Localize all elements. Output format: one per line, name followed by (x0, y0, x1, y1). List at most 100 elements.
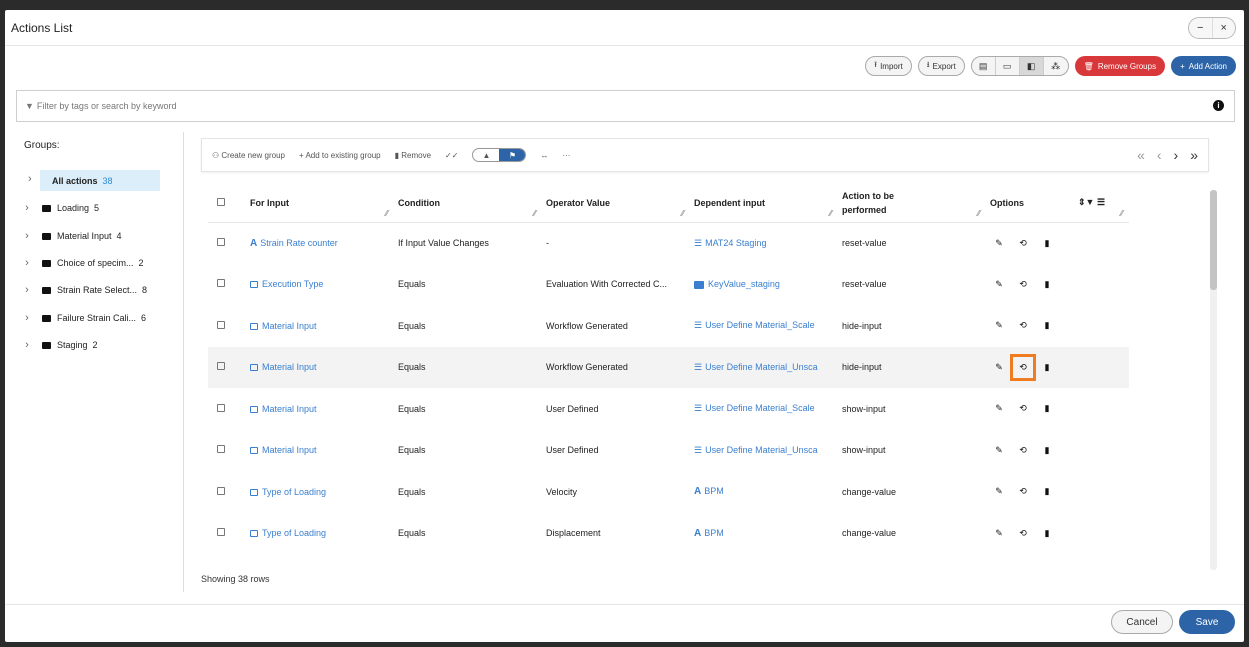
bell-icon[interactable]: ▲ (473, 149, 499, 161)
first-page-icon[interactable]: « (1137, 147, 1145, 163)
group-item[interactable]: › Loading 5 (16, 198, 184, 218)
resize-grip-icon[interactable]: ⁄⁄ (1120, 209, 1123, 218)
for-input-link[interactable]: Type of Loading (262, 487, 326, 497)
for-input-cell[interactable]: Type of Loading (246, 513, 394, 555)
row-checkbox[interactable] (208, 471, 246, 513)
for-input-cell[interactable]: Material Input (246, 388, 394, 430)
for-input-link[interactable]: Execution Type (262, 279, 323, 289)
row-checkbox[interactable] (208, 222, 246, 264)
table-row[interactable]: Material Input Equals User Defined ☰ User De… (208, 430, 1129, 472)
tree-view-icon[interactable]: ⁂ (1044, 57, 1068, 75)
card-view-icon[interactable]: ▭ (996, 57, 1020, 75)
for-input-cell[interactable]: Execution Type (246, 264, 394, 306)
last-page-icon[interactable]: » (1190, 147, 1198, 163)
trash-icon[interactable]: ▮ (1042, 320, 1052, 331)
dependent-input-cell[interactable]: ☰ User Define Material_Scale (690, 305, 838, 347)
for-input-cell[interactable]: Material Input (246, 346, 394, 388)
chevron-right-icon[interactable]: › (16, 257, 38, 269)
save-button[interactable]: Save (1179, 610, 1235, 634)
dependent-input-link[interactable]: BPM (704, 528, 724, 538)
dependent-input-link[interactable]: User Define Material_Scale (705, 403, 815, 413)
for-input-link[interactable]: Material Input (262, 321, 317, 331)
undo-icon[interactable]: ⟲ (1018, 403, 1028, 414)
chevron-right-icon[interactable]: › (16, 202, 38, 214)
resize-grip-icon[interactable]: ⁄⁄ (533, 209, 536, 218)
table-row[interactable]: Type of Loading Equals Displacement A BPM cha… (208, 513, 1129, 555)
trash-icon[interactable]: ▮ (1042, 486, 1052, 497)
edit-icon[interactable]: ✎ (994, 445, 1004, 456)
for-input-cell[interactable]: Material Input (246, 430, 394, 472)
expand-icon[interactable]: ↔ (540, 151, 548, 160)
close-button[interactable]: × (1213, 18, 1236, 38)
for-input-link[interactable]: Type of Loading (262, 528, 326, 538)
dependent-input-link[interactable]: User Define Material_Unsca (705, 362, 818, 372)
filter-icon[interactable]: ▼ (1086, 197, 1095, 207)
row-checkbox[interactable] (208, 513, 246, 555)
edit-icon[interactable]: ✎ (994, 362, 1004, 373)
undo-icon[interactable]: ⟲ (1010, 353, 1036, 381)
cancel-button[interactable]: Cancel (1111, 610, 1173, 634)
chevron-right-icon[interactable]: › (16, 339, 38, 351)
columns-icon[interactable]: ☰ (1097, 197, 1105, 207)
edit-icon[interactable]: ✎ (994, 320, 1004, 331)
vertical-scrollbar[interactable] (1210, 190, 1217, 570)
undo-icon[interactable]: ⟲ (1018, 320, 1028, 331)
dependent-input-link[interactable]: MAT24 Staging (705, 238, 766, 248)
select-all-checkbox[interactable] (208, 184, 246, 223)
chevron-right-icon[interactable]: › (16, 312, 38, 324)
row-checkbox[interactable] (208, 388, 246, 430)
edit-icon[interactable]: ✎ (994, 528, 1004, 539)
table-row[interactable]: Material Input Equals User Defined ☰ User De… (208, 388, 1129, 430)
row-checkbox[interactable] (208, 430, 246, 472)
for-input-link[interactable]: Strain Rate counter (260, 238, 338, 248)
undo-icon[interactable]: ⟲ (1018, 445, 1028, 456)
split-view-icon[interactable]: ◧ (1019, 57, 1044, 75)
group-item[interactable]: › Strain Rate Select... 8 (16, 280, 184, 300)
chevron-right-icon[interactable]: › (16, 284, 38, 296)
list-view-icon[interactable]: ▤ (972, 57, 996, 75)
dependent-input-link[interactable]: User Define Material_Unsca (705, 445, 818, 455)
group-all-actions[interactable]: All actions 38 (40, 170, 160, 191)
sort-icon[interactable]: ⇕ (1078, 197, 1086, 207)
table-row[interactable]: Material Input Equals Workflow Generated ☰ U… (208, 346, 1129, 388)
add-action-button[interactable]: + Add Action (1171, 56, 1236, 76)
col-for-input[interactable]: For Input ⁄⁄ (246, 184, 394, 223)
chevron-right-icon[interactable]: › (28, 173, 32, 185)
create-group-button[interactable]: ⚇ Create new group (212, 151, 285, 160)
dependent-input-cell[interactable]: ☰ User Define Material_Unsca (690, 430, 838, 472)
export-button[interactable]: ⭳ Export (917, 56, 965, 76)
undo-icon[interactable]: ⟲ (1018, 238, 1028, 249)
remove-button[interactable]: ▮ Remove (395, 151, 431, 160)
col-condition[interactable]: Condition ⁄⁄ (394, 184, 542, 223)
for-input-link[interactable]: Material Input (262, 445, 317, 455)
add-existing-button[interactable]: + Add to existing group (299, 151, 381, 160)
row-checkbox[interactable] (208, 305, 246, 347)
dependent-input-cell[interactable]: ☰ User Define Material_Unsca (690, 346, 838, 388)
group-item[interactable]: › Failure Strain Cali... 6 (16, 308, 184, 328)
dependent-input-link[interactable]: User Define Material_Scale (705, 320, 815, 330)
check-all-icon[interactable]: ✓✓ (445, 151, 458, 160)
more-icon[interactable]: ··· (562, 151, 570, 160)
dependent-input-cell[interactable]: ☰ MAT24 Staging (690, 222, 838, 264)
import-button[interactable]: ⭱ Import (865, 56, 912, 76)
for-input-link[interactable]: Material Input (262, 362, 317, 372)
minimize-button[interactable]: − (1189, 18, 1213, 38)
next-page-icon[interactable]: › (1174, 147, 1179, 163)
scrollbar-thumb[interactable] (1210, 190, 1217, 290)
for-input-link[interactable]: Material Input (262, 404, 317, 414)
edit-icon[interactable]: ✎ (994, 403, 1004, 414)
dependent-input-link[interactable]: BPM (704, 486, 724, 496)
for-input-cell[interactable]: Material Input (246, 305, 394, 347)
dependent-input-cell[interactable]: KeyValue_staging (690, 264, 838, 306)
edit-icon[interactable]: ✎ (994, 279, 1004, 290)
dependent-input-link[interactable]: KeyValue_staging (708, 279, 780, 289)
undo-icon[interactable]: ⟲ (1018, 528, 1028, 539)
dependent-input-cell[interactable]: A BPM (690, 471, 838, 513)
trash-icon[interactable]: ▮ (1042, 238, 1052, 249)
row-checkbox[interactable] (208, 346, 246, 388)
trash-icon[interactable]: ▮ (1042, 445, 1052, 456)
prev-page-icon[interactable]: ‹ (1157, 147, 1162, 163)
resize-grip-icon[interactable]: ⁄⁄ (829, 209, 832, 218)
dependent-input-cell[interactable]: ☰ User Define Material_Scale (690, 388, 838, 430)
tag-icon[interactable]: ⚑ (499, 149, 526, 161)
